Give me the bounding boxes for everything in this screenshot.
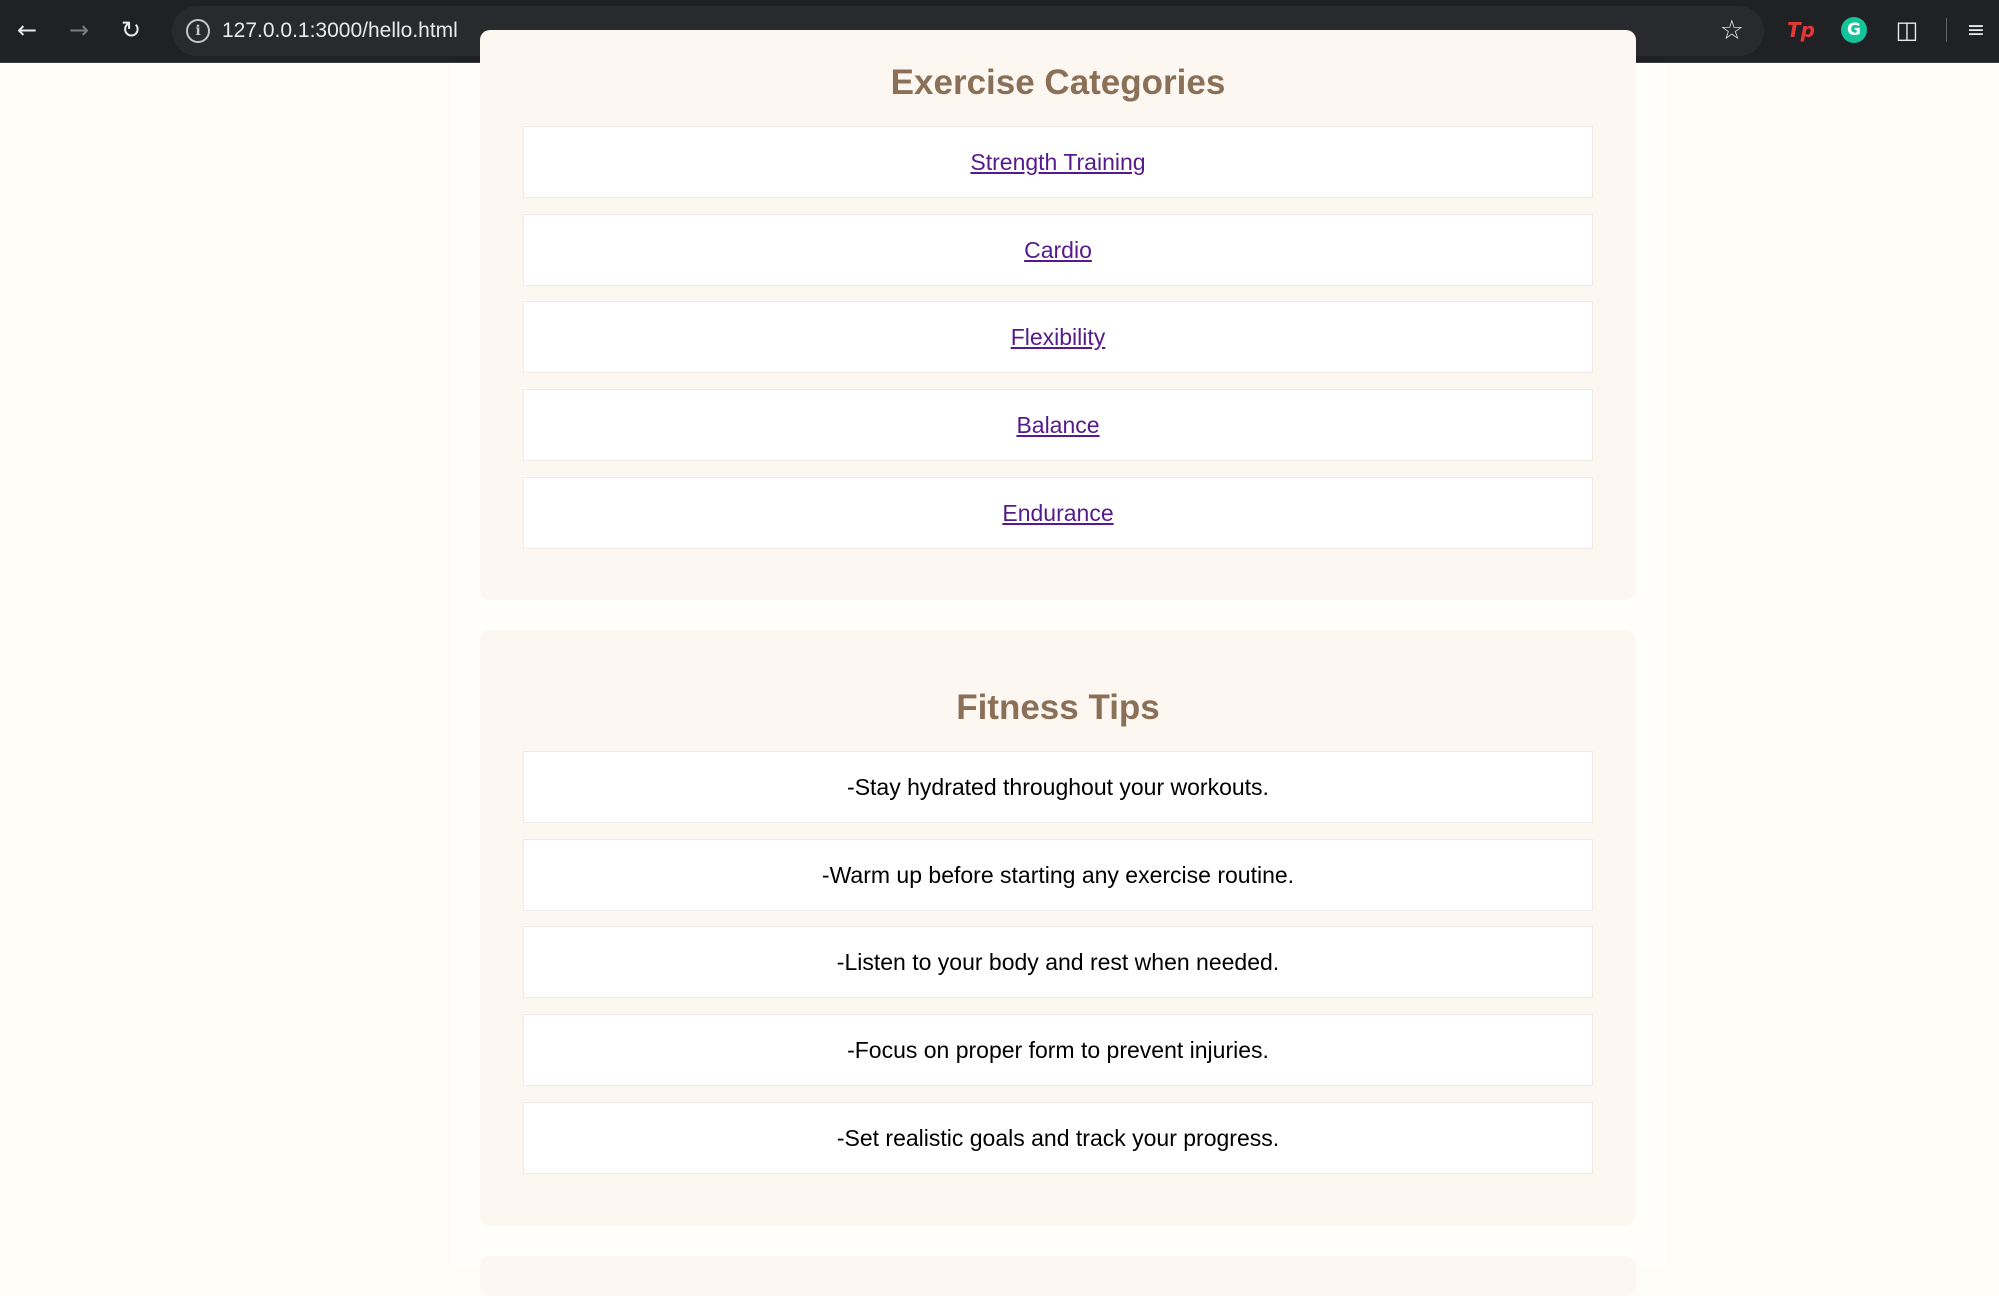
tip-text: -Stay hydrated throughout your workouts. [847,773,1269,800]
grammarly-extension-icon[interactable]: G [1838,14,1870,46]
tip-text: -Listen to your body and rest when neede… [836,948,1280,975]
category-card: Cardio [523,214,1593,286]
tip-text: -Warm up before starting any exercise ro… [821,861,1295,888]
tip-text: -Set realistic goals and track your prog… [836,1124,1280,1151]
tip-card: -Focus on proper form to prevent injurie… [523,1014,1593,1086]
tp-extension-icon[interactable]: Tp [1785,14,1817,46]
next-section-partial [480,1256,1636,1296]
tp-extension-label: Tp [1787,18,1815,42]
tip-card: -Stay hydrated throughout your workouts. [523,751,1593,823]
section-title-categories: Exercise Categories [890,63,1226,102]
section-title-tips: Fitness Tips [956,688,1160,727]
category-link-flexibility[interactable]: Flexibility [1011,324,1106,351]
tip-card: -Listen to your body and rest when neede… [523,926,1593,998]
category-link-balance[interactable]: Balance [1016,412,1099,439]
puzzle-icon[interactable]: ◫ [1891,14,1923,46]
category-link-cardio[interactable]: Cardio [1024,237,1092,264]
category-link-strength-training[interactable]: Strength Training [970,149,1145,176]
tip-card: -Set realistic goals and track your prog… [523,1102,1593,1174]
back-arrow-icon[interactable]: ← [10,13,44,47]
url-text[interactable]: 127.0.0.1:3000/hello.html [222,19,458,43]
category-card: Strength Training [523,126,1593,198]
tip-card: -Warm up before starting any exercise ro… [523,839,1593,911]
exercise-categories-section: Exercise Categories Strength Training Ca… [480,30,1636,600]
star-icon[interactable]: ☆ [1720,15,1744,46]
forward-arrow-icon[interactable]: → [62,13,96,47]
category-link-endurance[interactable]: Endurance [1002,500,1113,527]
tip-text: -Focus on proper form to prevent injurie… [847,1036,1269,1063]
media-queue-icon[interactable]: ≡ [1960,14,1992,46]
grammarly-extension-label: G [1841,17,1867,43]
toolbar-divider [1946,18,1947,42]
reload-icon[interactable]: ↻ [114,13,148,47]
category-card: Balance [523,389,1593,461]
info-icon[interactable]: i [186,19,210,43]
fitness-tips-section: Fitness Tips -Stay hydrated throughout y… [480,630,1636,1226]
category-card: Flexibility [523,301,1593,373]
category-card: Endurance [523,477,1593,549]
